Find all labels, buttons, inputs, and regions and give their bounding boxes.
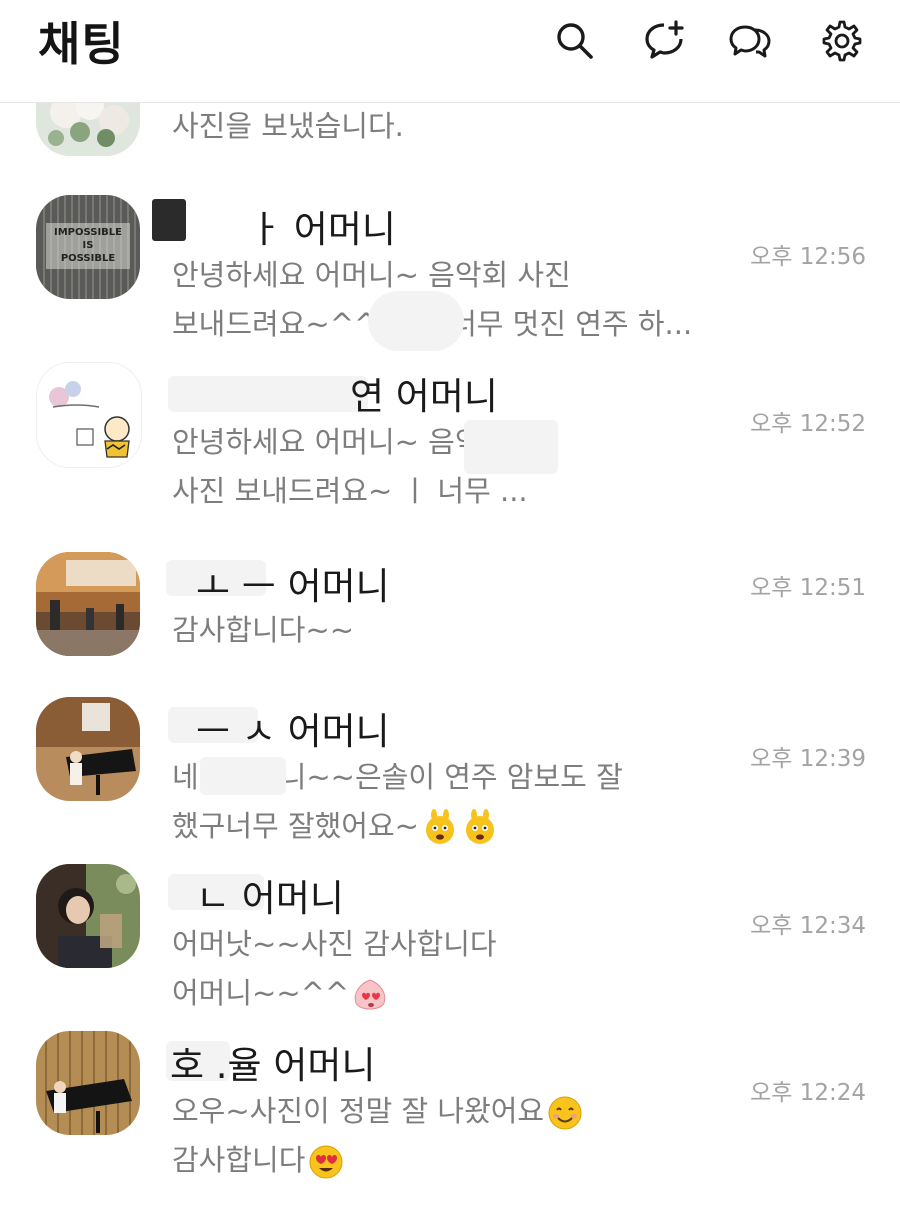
new-chat-icon[interactable] xyxy=(642,18,686,62)
chat-name: ㄴ 어머니 xyxy=(196,877,344,920)
avatar-text: IS xyxy=(83,240,94,251)
peach-love-sticker-icon xyxy=(351,976,389,1014)
redaction xyxy=(464,420,558,474)
chat-name: ㅏ 어머니 xyxy=(248,208,396,251)
chat-row[interactable]: 호 .율 어머니 오후 12:24 오우~사진이 정말 잘 나왔어요 감사합니다 xyxy=(0,1031,900,1191)
open-chat-icon[interactable] xyxy=(728,18,772,62)
heart-eyes-emoji-icon xyxy=(307,1143,345,1181)
chat-row[interactable]: ㄴ 어머니 오후 12:34 어머낫~~사진 감사합니다 어머니~~^^ xyxy=(0,864,900,1014)
redaction xyxy=(200,757,286,795)
sticker-emoji-icon xyxy=(461,809,499,847)
chat-row[interactable]: ㅗ ㅡ 어머니 오후 12:51 감사합니다~~ xyxy=(0,550,900,670)
chat-name: ㅡ ㅅ 어머니 xyxy=(196,710,390,753)
chat-preview: 감사합니다~~ xyxy=(172,613,354,647)
app-header: 채팅 xyxy=(0,0,900,103)
chat-preview: 사진을 보냈습니다. xyxy=(172,109,404,143)
avatar xyxy=(36,362,142,468)
chat-row[interactable]: IMPOSSIBLE IS POSSIBLE ㅏ 어머니 오후 12:56 안녕… xyxy=(0,195,900,351)
chat-time: 오후 12:52 xyxy=(750,411,866,437)
smiling-face-emoji-icon xyxy=(546,1094,584,1132)
avatar xyxy=(36,864,140,968)
search-icon[interactable] xyxy=(552,18,596,62)
page-title: 채팅 xyxy=(38,17,125,71)
redaction xyxy=(168,376,368,412)
chat-row[interactable]: ㅡ ㅅ 어머니 오후 12:39 네 , 어머니~~은솔이 연주 암보도 잘 했… xyxy=(0,697,900,847)
avatar-text: POSSIBLE xyxy=(61,253,116,264)
chat-preview: 오우~사진이 정말 잘 나왔어요 감사합니다 xyxy=(172,1087,732,1185)
redaction xyxy=(368,291,464,351)
chat-name: 연 어머니 xyxy=(350,375,498,418)
chat-row[interactable]: 연 어머니 오후 12:52 안녕하세요 어머니~ 음악회 사진 보내드려요~ … xyxy=(0,362,900,512)
chat-preview: 어머낫~~사진 감사합니다 어머니~~^^ xyxy=(172,920,732,1018)
redaction xyxy=(152,199,186,241)
chat-time: 오후 12:34 xyxy=(750,913,866,939)
chat-list: 사진을 보냈습니다. IMPOSSIBLE IS POSSIBLE ㅏ 어머니 … xyxy=(0,0,900,1216)
chat-name: 호 .율 어머니 xyxy=(170,1044,376,1087)
avatar xyxy=(36,552,140,656)
sticker-emoji-icon xyxy=(421,809,459,847)
chat-time: 오후 12:39 xyxy=(750,746,866,772)
avatar-text: IMPOSSIBLE xyxy=(54,227,122,238)
avatar xyxy=(36,697,140,801)
chat-time: 오후 12:56 xyxy=(750,244,866,270)
chat-preview: 안녕하세요 어머니~ 음악회 사진 보내드려요~ ㅣ 너무 ... xyxy=(172,425,528,508)
chat-time: 오후 12:24 xyxy=(750,1080,866,1106)
settings-icon[interactable] xyxy=(818,18,862,62)
avatar xyxy=(36,1031,140,1135)
chat-time: 오후 12:51 xyxy=(750,575,866,601)
chat-name: ㅗ ㅡ 어머니 xyxy=(196,565,390,608)
avatar: IMPOSSIBLE IS POSSIBLE xyxy=(36,195,140,299)
